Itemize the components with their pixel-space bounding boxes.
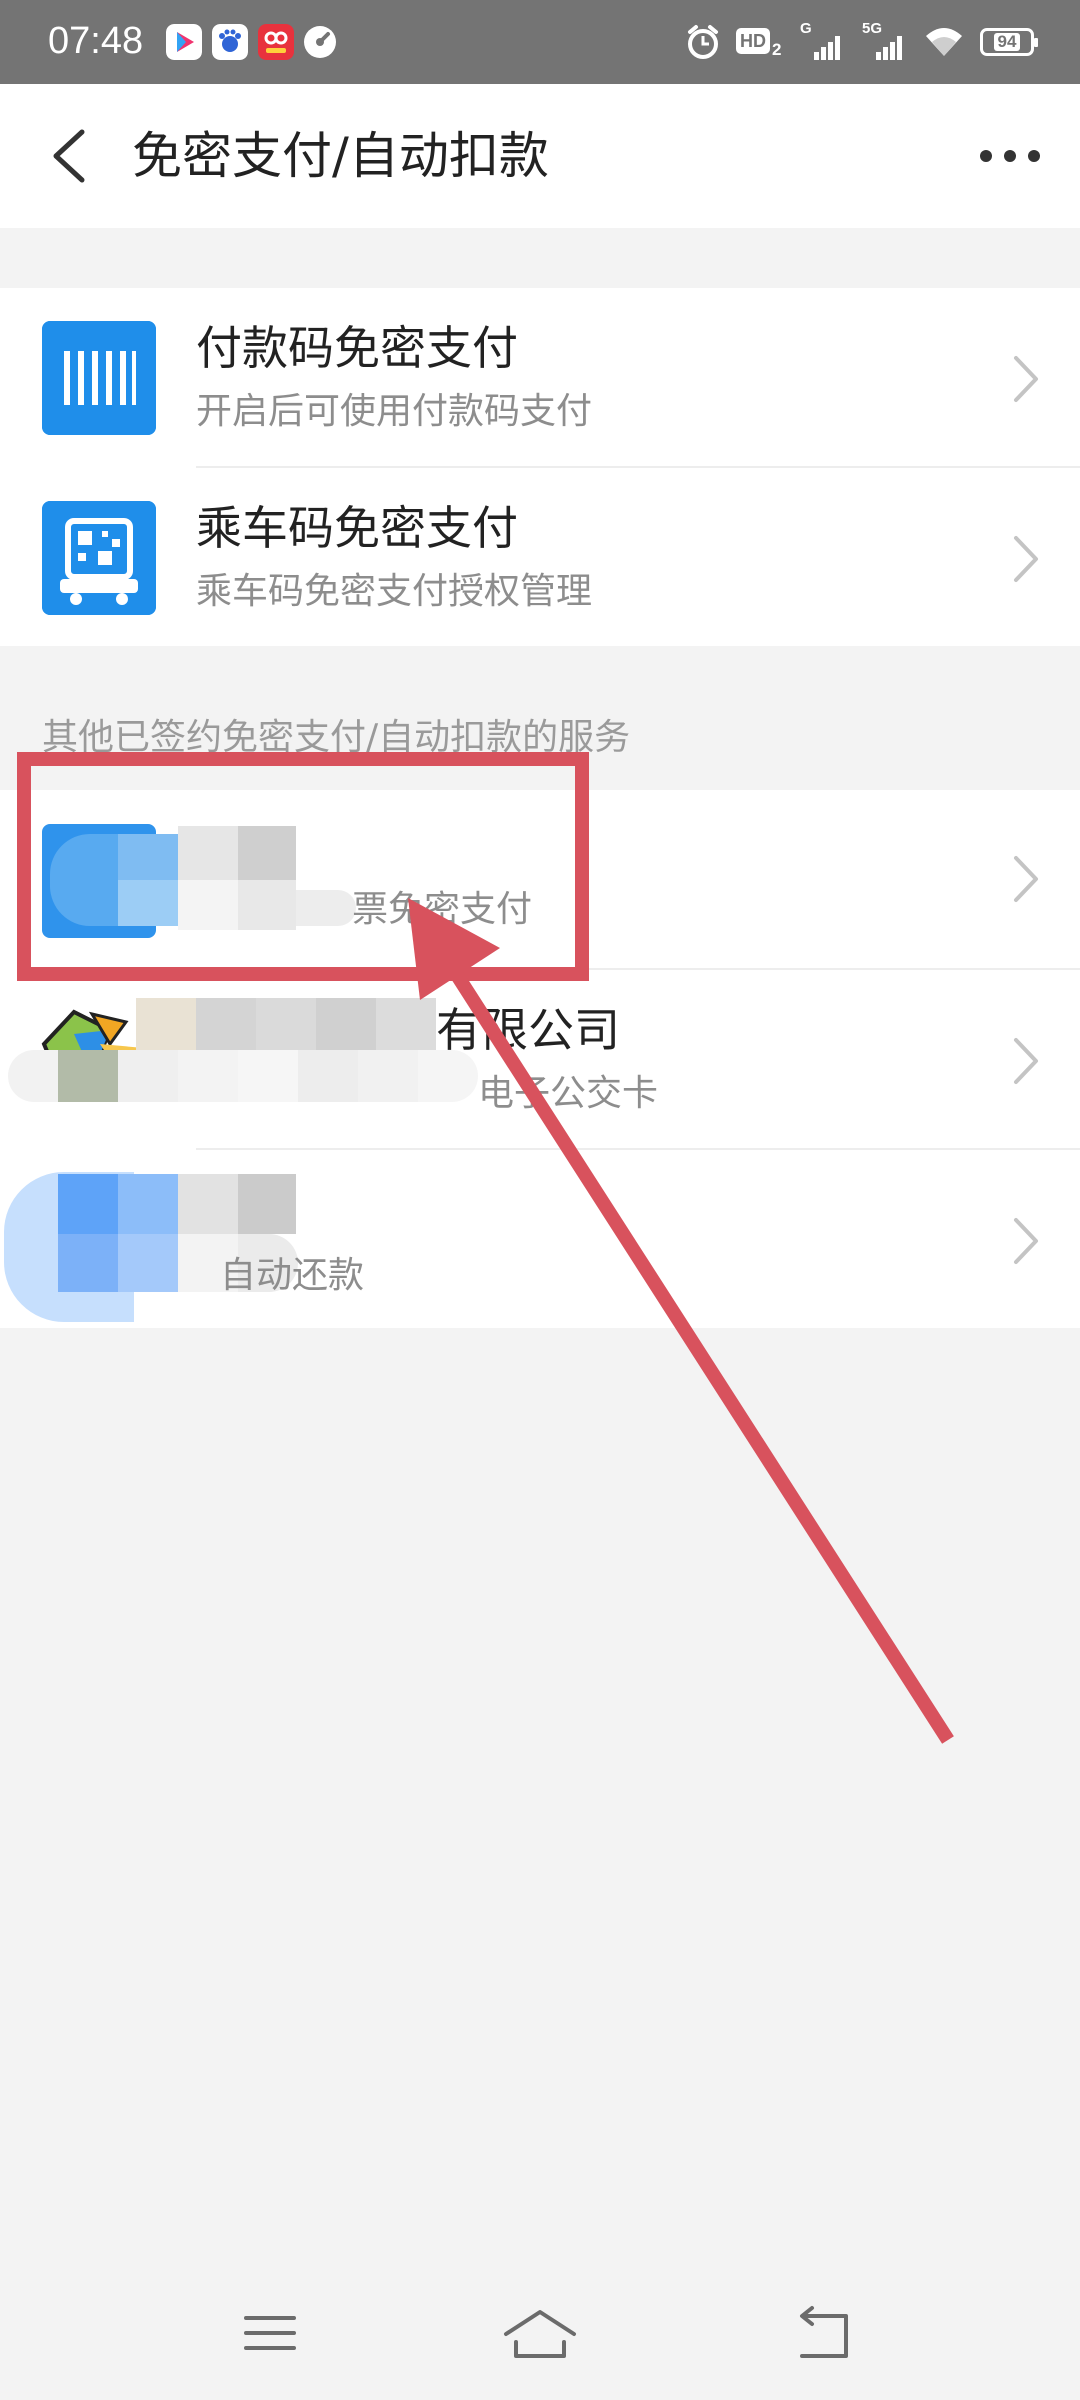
list-item-subtitle: 电子公交卡 <box>478 1073 659 1114</box>
wifi-icon <box>926 28 962 56</box>
navigation-bar <box>0 2270 1080 2400</box>
chevron-right-icon <box>1014 856 1038 902</box>
hd-icon: HD 2 <box>736 24 784 60</box>
title-bar: 免密支付/自动扣款 <box>0 84 1080 228</box>
signal-5g-icon: 5G <box>862 20 908 62</box>
back-arrow-icon[interactable] <box>38 120 98 192</box>
transit-code-icon <box>42 501 156 615</box>
list-item-subtitle: 乘车码免密支付授权管理 <box>196 571 593 612</box>
battery-indicator: 94 <box>980 28 1038 56</box>
list-item-service-2[interactable]: 有限公司 电子公交卡 <box>0 970 1080 1150</box>
list-item-title: 有限公司 <box>436 1003 620 1057</box>
back-icon[interactable] <box>782 2298 862 2368</box>
list-item-title: 乘车码免密支付 <box>196 501 518 555</box>
status-indicators: HD 2 G 5G 94 <box>686 20 1038 64</box>
list-item-transit-code[interactable]: 乘车码免密支付 乘车码免密支付授权管理 <box>0 468 1080 648</box>
signal-g-icon: G <box>800 20 846 62</box>
list-item-title: 付款码免密支付 <box>196 321 518 375</box>
list-item-subtitle: 自动还款 <box>220 1255 365 1296</box>
status-time: 07:48 <box>48 20 144 62</box>
page-title: 免密支付/自动扣款 <box>132 127 549 185</box>
chevron-right-icon <box>1014 356 1038 402</box>
highlight-box <box>17 752 589 981</box>
status-bar: 07:48 HD 2 G 5G 94 <box>0 0 1080 84</box>
chevron-right-icon <box>1014 536 1038 582</box>
chevron-right-icon <box>1014 1038 1038 1084</box>
shopping-app-icon <box>258 24 294 60</box>
alarm-icon <box>688 25 718 59</box>
barcode-icon <box>42 321 156 435</box>
baidu-icon <box>212 24 248 60</box>
list-item-subtitle: 开启后可使用付款码支付 <box>196 391 593 432</box>
payment-settings-card: 付款码免密支付 开启后可使用付款码支付 乘车码免密支付 乘车码免密支付授权管理 <box>0 288 1080 646</box>
menu-icon[interactable] <box>230 2298 310 2368</box>
home-icon[interactable] <box>500 2298 580 2368</box>
speed-app-icon <box>304 26 336 58</box>
more-icon[interactable] <box>970 128 1050 184</box>
list-item-payment-code[interactable]: 付款码免密支付 开启后可使用付款码支付 <box>0 288 1080 468</box>
video-app-icon <box>166 24 202 60</box>
chevron-right-icon <box>1014 1218 1038 1264</box>
list-item-service-3[interactable]: 自动还款 <box>0 1150 1080 1330</box>
